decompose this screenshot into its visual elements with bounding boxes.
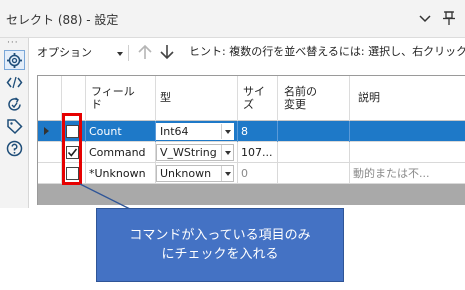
window-title: セレクト (88) - 設定 (6, 13, 119, 27)
type-cell: Unknown (156, 163, 238, 184)
gear-icon[interactable] (6, 52, 23, 69)
dropdown-arrow-icon[interactable] (221, 145, 233, 160)
options-button[interactable]: オプション (37, 44, 92, 60)
header-field[interactable]: フィール ド (86, 76, 156, 121)
annotation-callout: コマンドが入っている項目のみ にチェックを入れる (96, 208, 344, 282)
callout-line2: にチェックを入れる (161, 247, 279, 262)
header-type-label: 型 (160, 91, 171, 104)
help-icon[interactable] (6, 140, 23, 157)
type-cell: Int64 (156, 121, 238, 142)
header-size[interactable]: サイ ズ (238, 76, 278, 121)
options-caret-icon[interactable] (117, 52, 123, 56)
header-rename-line1: 名前の (284, 85, 317, 98)
size-cell[interactable]: 8 (238, 121, 278, 142)
table-row[interactable]: Count Int64 8 (38, 121, 465, 142)
title-bar: セレクト (88) - 設定 (0, 0, 465, 38)
header-rename[interactable]: 名前の 変更 (278, 76, 350, 121)
move-down-icon[interactable] (159, 43, 175, 61)
left-rail: ··· (0, 38, 29, 208)
field-name-cell[interactable]: *Unknown (86, 163, 156, 184)
header-type[interactable]: 型 (156, 76, 238, 121)
size-cell[interactable]: 107... (238, 142, 278, 163)
dropdown-arrow-icon[interactable] (221, 124, 233, 139)
toolbar: オプション ヒント: 複数の行を並べ替えるには: 選択し、右クリックして (29, 38, 465, 68)
rename-cell[interactable] (278, 121, 350, 142)
tag-icon[interactable] (6, 118, 23, 135)
header-field-line1: フィール (91, 85, 135, 98)
table-row[interactable]: *Unknown Unknown 0 動的または不... (38, 163, 465, 184)
type-select[interactable]: Unknown (156, 165, 234, 182)
size-cell[interactable]: 0 (238, 163, 278, 184)
checkbox-highlight-box (62, 113, 82, 185)
header-rowmark-cell (38, 76, 62, 121)
header-size-line2: ズ (243, 98, 254, 111)
chevron-down-icon[interactable] (418, 12, 432, 26)
type-value: Unknown (160, 167, 212, 180)
header-description[interactable]: 説明 (350, 76, 465, 121)
refresh-icon[interactable] (6, 96, 23, 113)
type-cell: V_WString (156, 142, 238, 163)
header-rename-line2: 変更 (284, 98, 306, 111)
row-header-cell[interactable] (38, 121, 62, 142)
type-select[interactable]: V_WString (156, 144, 234, 161)
header-description-label: 説明 (358, 91, 380, 104)
field-name-cell[interactable]: Command (86, 142, 156, 163)
callout-line1: コマンドが入っている項目のみ (129, 228, 311, 243)
type-value: V_WString (160, 146, 217, 159)
current-row-icon (44, 127, 49, 135)
row-header-cell[interactable] (38, 163, 62, 184)
hint-text: ヒント: 複数の行を並べ替えるには: 選択し、右クリックして (189, 45, 465, 58)
rename-cell[interactable] (278, 163, 350, 184)
field-name-cell[interactable]: Count (86, 121, 156, 142)
dropdown-arrow-icon[interactable] (221, 166, 233, 181)
header-size-line1: サイ (243, 85, 265, 98)
code-icon[interactable] (6, 74, 23, 91)
field-grid: フィール ド 型 サイ ズ 名前の 変更 説明 Count Int64 8 Co… (37, 75, 465, 205)
type-value: Int64 (160, 125, 189, 138)
type-select[interactable]: Int64 (156, 123, 234, 140)
description-cell[interactable] (350, 142, 465, 163)
description-cell[interactable]: 動的または不... (350, 163, 465, 184)
grid-header: フィール ド 型 サイ ズ 名前の 変更 説明 (38, 76, 465, 121)
header-field-line2: ド (91, 98, 102, 111)
row-header-cell[interactable] (38, 142, 62, 163)
rename-cell[interactable] (278, 142, 350, 163)
move-up-icon[interactable] (137, 43, 153, 61)
table-row[interactable]: Command V_WString 107... (38, 142, 465, 163)
description-cell[interactable] (350, 121, 465, 142)
pin-icon[interactable] (441, 10, 457, 26)
toolbar-separator (128, 45, 129, 61)
more-icon[interactable]: ··· (7, 38, 19, 48)
